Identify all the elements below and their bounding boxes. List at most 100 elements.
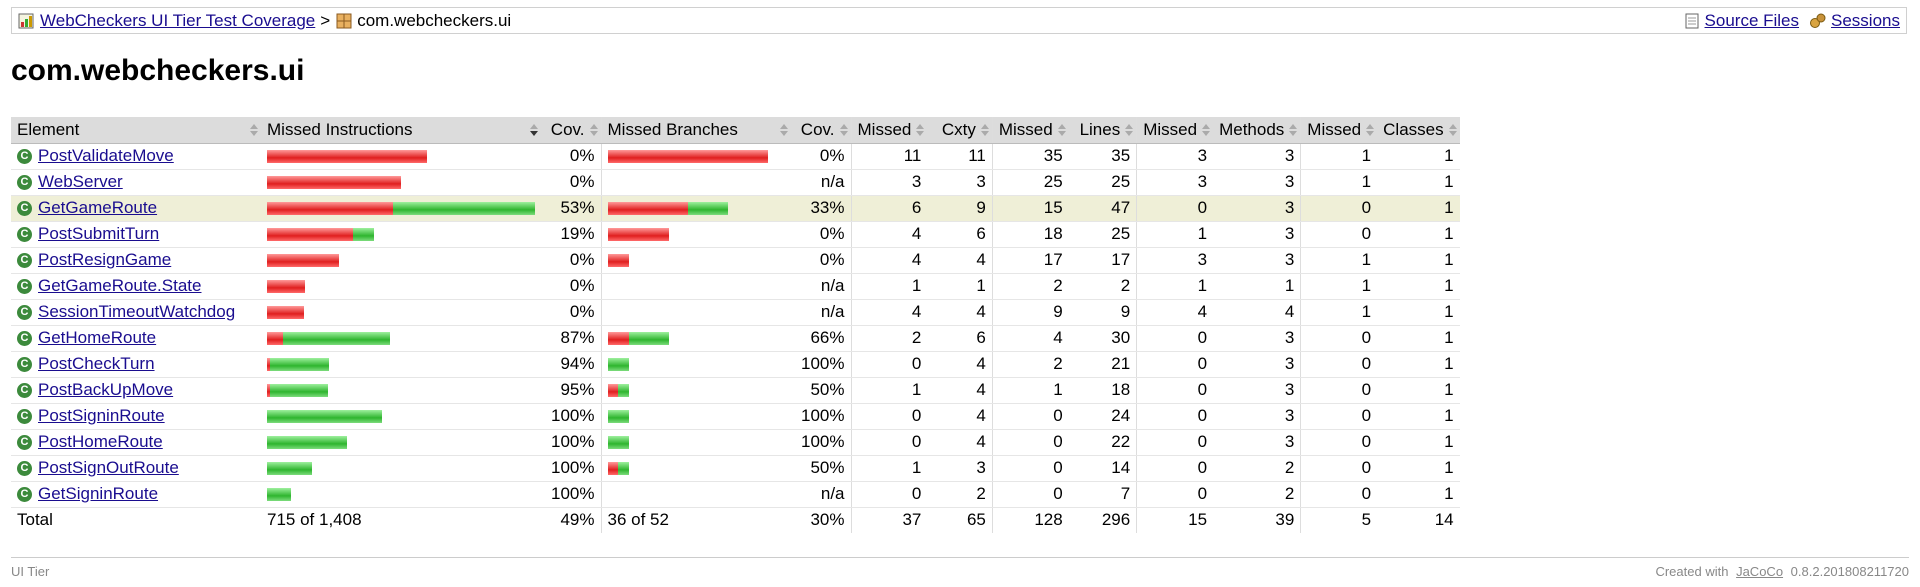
classes: 1 xyxy=(1377,273,1460,300)
table-body: C PostValidateMove 0% 0% 11 11 35 35 3 3 1 1 C WebSer… xyxy=(11,143,1460,508)
class-link[interactable]: GetHomeRoute xyxy=(38,328,156,348)
classes-missed: 0 xyxy=(1300,195,1378,222)
sort-icon xyxy=(916,124,925,136)
classes: 1 xyxy=(1377,169,1460,196)
cxty: 6 xyxy=(927,325,993,352)
element-cell: C PostBackUpMove xyxy=(11,377,261,404)
element-wrapper: C PostBackUpMove xyxy=(17,380,255,400)
branches-coverage-bar xyxy=(607,461,786,475)
class-link[interactable]: PostCheckTurn xyxy=(38,354,155,374)
lines-missed: 2 xyxy=(991,351,1069,378)
element-wrapper: C GetGameRoute xyxy=(17,198,255,218)
breadcrumb: WebCheckers UI Tier Test Coverage > com.… xyxy=(11,7,1907,34)
lines: 14 xyxy=(1068,455,1137,482)
header-element[interactable]: Element xyxy=(11,117,261,144)
sessions-link[interactable]: Sessions xyxy=(1831,11,1900,31)
footer-version: 0.8.2.201808211720 xyxy=(1790,564,1909,579)
br-cov: n/a xyxy=(791,169,851,196)
br-cov: 100% xyxy=(791,403,851,430)
report-link[interactable]: WebCheckers UI Tier Test Coverage xyxy=(40,11,315,31)
header-missed-branches[interactable]: Missed Branches xyxy=(600,117,791,144)
instructions-coverage-bar xyxy=(267,409,535,423)
methods-missed: 3 xyxy=(1136,247,1214,274)
class-link[interactable]: PostResignGame xyxy=(38,250,171,270)
header-br-cov[interactable]: Cov. xyxy=(791,117,851,144)
header-methods[interactable]: Methods xyxy=(1213,117,1301,144)
covered-bar xyxy=(270,383,328,397)
footer: UI Tier Created with JaCoCo 0.8.2.201808… xyxy=(11,557,1909,579)
class-link[interactable]: SessionTimeoutWatchdog xyxy=(38,302,235,322)
class-link[interactable]: PostBackUpMove xyxy=(38,380,173,400)
branches-bar-cell xyxy=(600,299,791,326)
header-cxty-missed[interactable]: Missed xyxy=(850,117,928,144)
element-wrapper: C GetSigninRoute xyxy=(17,484,255,504)
br-cov: n/a xyxy=(791,299,851,326)
class-link[interactable]: PostSigninRoute xyxy=(38,406,165,426)
element-cell: C GetGameRoute.State xyxy=(11,273,261,300)
methods-missed: 3 xyxy=(1136,169,1214,196)
lines-missed: 2 xyxy=(991,273,1069,300)
instructions-coverage-bar xyxy=(267,331,535,345)
class-link[interactable]: PostHomeRoute xyxy=(38,432,163,452)
branches-coverage-bar xyxy=(607,357,786,371)
element-cell: C GetSigninRoute xyxy=(11,481,261,508)
methods: 3 xyxy=(1213,195,1301,222)
br-cov: 0% xyxy=(791,143,851,170)
table-row: C PostHomeRoute 100% 100% 0 4 0 22 0 3 0 1 xyxy=(11,429,1460,456)
cxty-missed: 11 xyxy=(850,143,928,170)
class-link[interactable]: GetSigninRoute xyxy=(38,484,158,504)
header-lines-missed[interactable]: Missed xyxy=(991,117,1069,144)
instr-cov: 100% xyxy=(541,429,601,456)
lines-missed: 0 xyxy=(991,429,1069,456)
source-files-link[interactable]: Source Files xyxy=(1705,11,1799,31)
instr-cov: 100% xyxy=(541,481,601,508)
covered-bar xyxy=(617,383,629,397)
element-wrapper: C GetHomeRoute xyxy=(17,328,255,348)
branches-bar-cell xyxy=(600,247,791,274)
br-cov: 0% xyxy=(791,221,851,248)
element-wrapper: C PostSigninRoute xyxy=(17,406,255,426)
instructions-bar-cell xyxy=(261,143,541,170)
instructions-coverage-bar xyxy=(267,383,535,397)
header-instr-cov[interactable]: Cov. xyxy=(541,117,601,144)
header-missed-instructions[interactable]: Missed Instructions xyxy=(261,117,541,144)
header-label: Missed xyxy=(998,119,1053,139)
instructions-bar-cell xyxy=(261,169,541,196)
lines-missed: 25 xyxy=(991,169,1069,196)
branches-bar-cell xyxy=(600,481,791,508)
branches-coverage-bar xyxy=(607,227,786,241)
br-cov: n/a xyxy=(791,273,851,300)
class-link[interactable]: PostSubmitTurn xyxy=(38,224,159,244)
table-row: C GetHomeRoute 87% 66% 2 6 4 30 0 3 0 1 xyxy=(11,325,1460,352)
class-link[interactable]: GetGameRoute.State xyxy=(38,276,201,296)
class-link[interactable]: GetGameRoute xyxy=(38,198,157,218)
methods-missed: 0 xyxy=(1136,195,1214,222)
lines: 22 xyxy=(1068,429,1137,456)
covered-bar xyxy=(267,409,382,423)
header-classes-missed[interactable]: Missed xyxy=(1300,117,1378,144)
header-lines[interactable]: Lines xyxy=(1068,117,1137,144)
element-cell: C SessionTimeoutWatchdog xyxy=(11,299,261,326)
class-link[interactable]: PostSignOutRoute xyxy=(38,458,179,478)
classes: 1 xyxy=(1377,403,1460,430)
header-methods-missed[interactable]: Missed xyxy=(1136,117,1214,144)
class-icon: C xyxy=(17,278,32,294)
jacoco-link[interactable]: JaCoCo xyxy=(1736,564,1783,579)
branches-bar-cell xyxy=(600,273,791,300)
header-classes[interactable]: Classes xyxy=(1377,117,1460,144)
classes: 1 xyxy=(1377,351,1460,378)
covered-bar xyxy=(353,227,374,241)
total-br-cov: 30% xyxy=(791,506,851,533)
classes-missed: 1 xyxy=(1300,169,1378,196)
class-link[interactable]: PostValidateMove xyxy=(38,146,174,166)
methods-missed: 0 xyxy=(1136,377,1214,404)
classes-missed: 1 xyxy=(1300,143,1378,170)
branches-bar-cell xyxy=(600,169,791,196)
class-link[interactable]: WebServer xyxy=(38,172,123,192)
header-cxty[interactable]: Cxty xyxy=(927,117,993,144)
covered-bar xyxy=(617,461,629,475)
header-label: Cov. xyxy=(550,119,585,139)
table-row: C PostResignGame 0% 0% 4 4 17 17 3 3 1 1 xyxy=(11,247,1460,274)
branches-bar-cell xyxy=(600,195,791,222)
instructions-bar-cell xyxy=(261,325,541,352)
